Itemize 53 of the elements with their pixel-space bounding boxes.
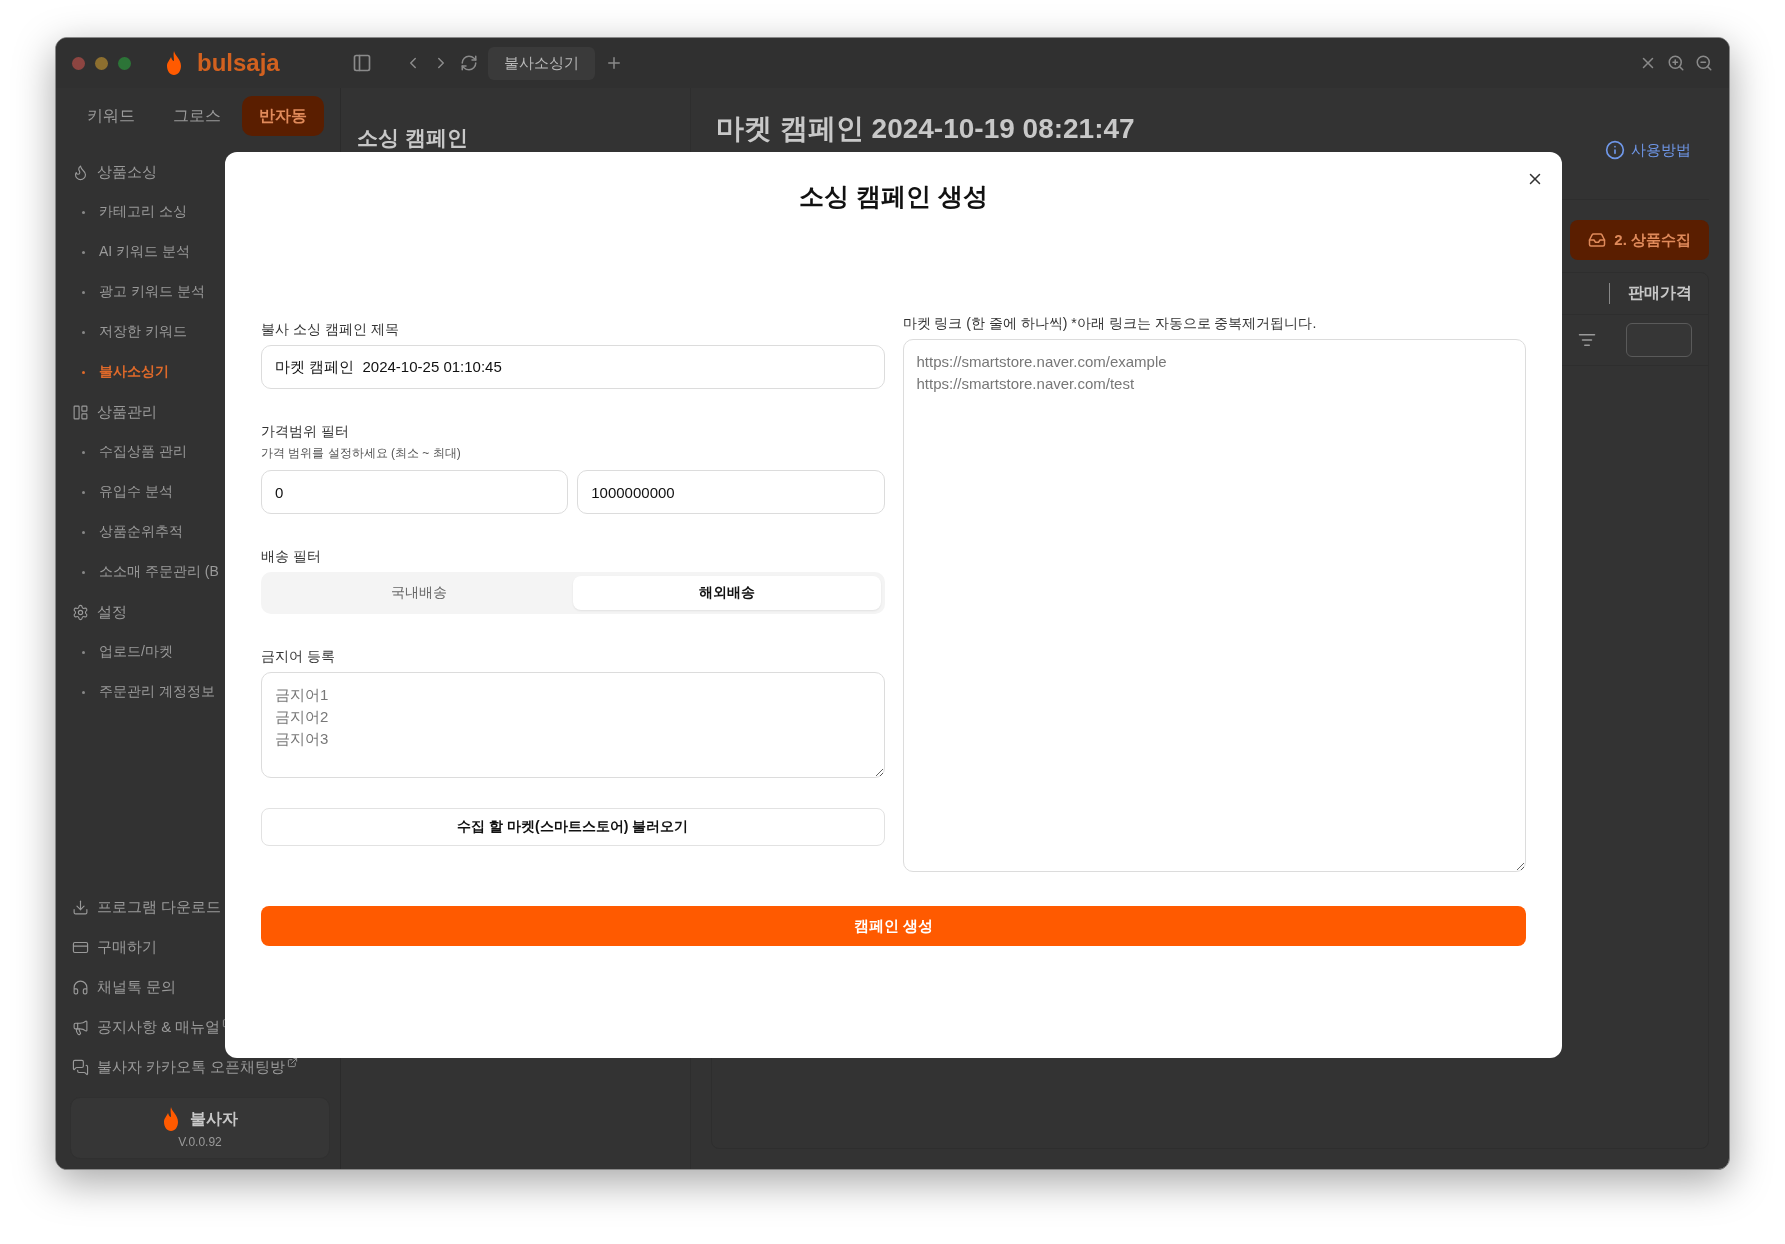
headset-icon	[72, 978, 89, 996]
app-logo: bulsaja	[197, 49, 280, 77]
page-title: 마켓 캠페인 2024-10-19 08:21:47	[716, 112, 1135, 146]
sidebar-link[interactable]: 채널톡 문의	[70, 967, 330, 1007]
collect-button[interactable]: 2. 상품수집	[1570, 220, 1709, 260]
dialog-title: 소싱 캠페인 생성	[798, 181, 989, 212]
download-icon	[72, 898, 89, 916]
submit-button[interactable]: 캠페인 생성	[261, 906, 1526, 946]
sidebar-item[interactable]: 카테고리 소싱	[70, 192, 330, 232]
info-icon	[1605, 140, 1625, 160]
mode-tab[interactable]: 키워드	[70, 96, 152, 136]
sidebar-item[interactable]: 광고 키워드 분석	[70, 272, 330, 312]
field-label: 가격범위 필터	[261, 423, 350, 441]
sidebar-link[interactable]: 불사자 카카오톡 오픈채팅방	[70, 1047, 330, 1087]
text-area[interactable]: 금지어1 금지어2 금지어3	[261, 672, 885, 778]
sidebar-section[interactable]: 상품소싱	[70, 152, 330, 192]
mode-tab[interactable]: 그로스	[156, 96, 238, 136]
filter-icon[interactable]	[1578, 331, 1596, 349]
field-label: 불사 소싱 캠페인 제목	[261, 321, 400, 339]
version-label: V.0.0.92	[178, 1135, 222, 1149]
filter-field[interactable]	[1626, 323, 1692, 357]
field-hint: 가격 범위를 설정하세요 (최소 ~ 최대)	[261, 445, 462, 462]
browser-tab[interactable]: 불사소싱기	[487, 46, 595, 80]
minimize-window-icon[interactable]	[95, 56, 108, 70]
zoom-in-icon[interactable]	[1667, 54, 1685, 72]
chat-icon	[72, 1058, 89, 1076]
field-label: 마켓 링크 (한 줄에 하나씩) *아래 링크는 자동으로 중복제거됩니다.	[902, 315, 1318, 333]
help-link[interactable]: 사용방법	[1605, 140, 1691, 160]
sidebar-toggle-icon[interactable]	[351, 53, 372, 73]
mode-tab[interactable]: 반자동	[242, 96, 324, 136]
field-label: 배송 필터	[261, 548, 322, 566]
panel-title: 소싱 캠페인	[357, 126, 468, 149]
input-field[interactable]: 0	[261, 470, 569, 514]
refresh-icon[interactable]	[459, 54, 478, 72]
zoom-out-icon[interactable]	[1695, 54, 1713, 72]
external-link-icon	[287, 1056, 299, 1068]
layout-icon	[72, 403, 89, 421]
column-header: 판매가격	[1609, 283, 1692, 304]
input-field[interactable]: 1000000000	[577, 470, 885, 514]
flame-icon	[162, 1107, 180, 1131]
megaphone-icon	[72, 1018, 89, 1036]
inbox-icon	[1588, 231, 1607, 249]
gear-icon	[72, 603, 89, 621]
sidebar-item[interactable]: AI 키워드 분석	[70, 232, 330, 272]
field-label: 금지어 등록	[261, 648, 336, 666]
flame-icon	[72, 163, 89, 181]
load-button[interactable]: 수집 할 마켓(스마트스토어) 불러오기	[261, 808, 885, 846]
app-name: 불사자	[190, 1108, 238, 1129]
segment-option[interactable]: 해외배송	[572, 576, 881, 610]
text-area[interactable]: https://smartstore.naver.com/example https://smartstore.naver.com/test	[902, 339, 1526, 872]
flame-icon	[165, 51, 183, 75]
input-field[interactable]: 마켓 캠페인 2024-10-25 01:10:45	[261, 345, 885, 389]
maximize-window-icon[interactable]	[118, 56, 131, 70]
